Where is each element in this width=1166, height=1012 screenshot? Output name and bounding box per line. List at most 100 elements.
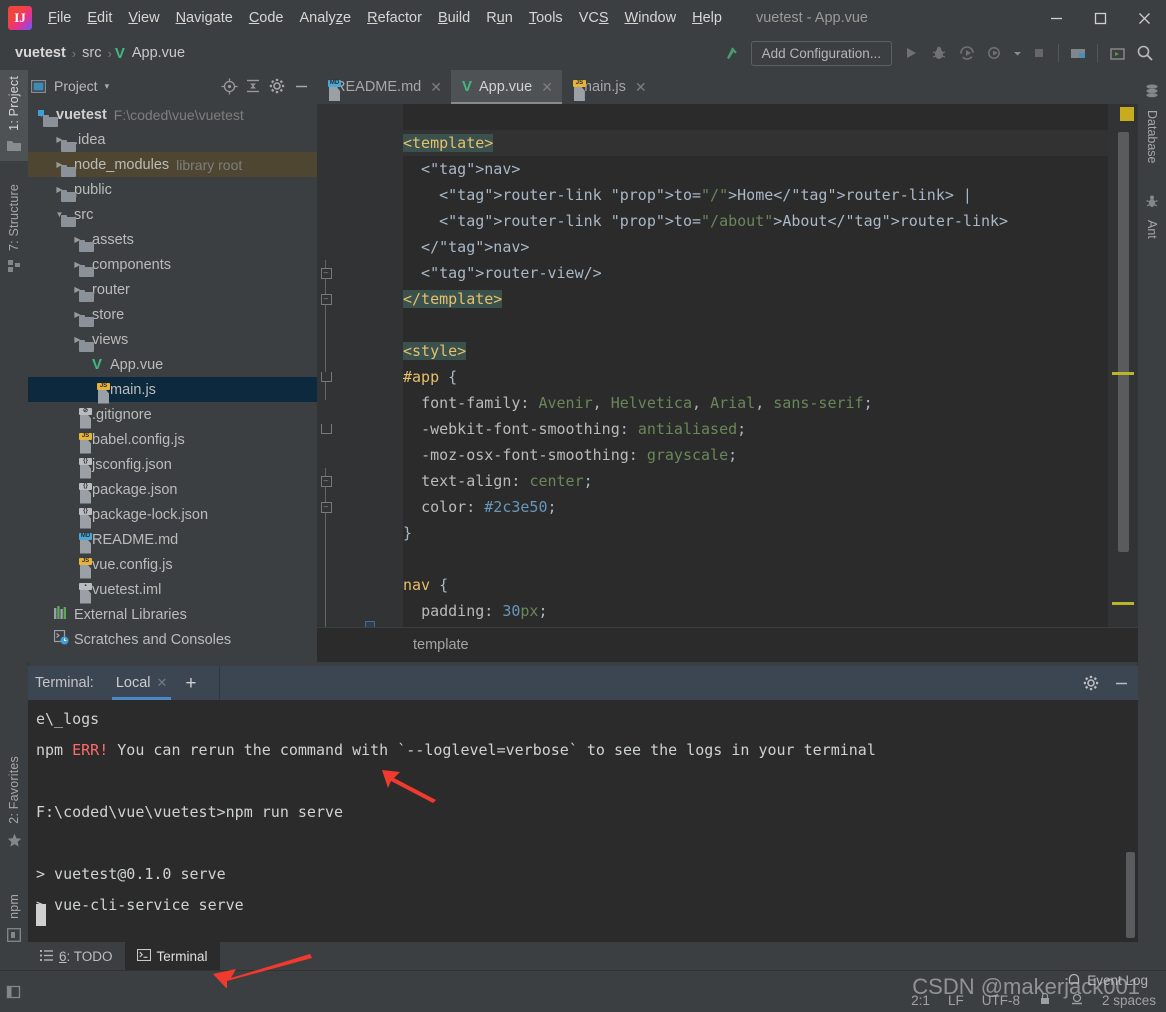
hide-panel-icon[interactable]: [1108, 670, 1134, 696]
tree-node-babel-config-js[interactable]: JSbabel.config.js: [28, 427, 317, 452]
close-button[interactable]: [1122, 0, 1166, 36]
code-line[interactable]: <template>: [403, 130, 1108, 156]
editor-marker-bar[interactable]: [1108, 104, 1138, 628]
menu-item-help[interactable]: Help: [684, 7, 730, 29]
menu-item-window[interactable]: Window: [617, 7, 685, 29]
stop-icon[interactable]: [1026, 40, 1052, 66]
code-line[interactable]: <"tag">router-link "prop">to="/">Home</"…: [403, 182, 1108, 208]
new-terminal-tab-button[interactable]: +: [185, 674, 196, 693]
menu-item-refactor[interactable]: Refactor: [359, 7, 430, 29]
tree-node-vuetest-iml[interactable]: ▪vuetest.iml: [28, 577, 317, 602]
hide-panel-icon[interactable]: [289, 74, 313, 98]
run-configuration-selector[interactable]: Add Configuration...: [751, 41, 892, 66]
menu-item-vcs[interactable]: VCS: [571, 7, 617, 29]
breadcrumb-file[interactable]: App.vue: [129, 44, 188, 62]
tree-node-main-js[interactable]: JSmain.js: [28, 377, 317, 402]
caret-position[interactable]: 2:1: [911, 993, 930, 1008]
tree-node-package-lock-json[interactable]: {}package-lock.json: [28, 502, 317, 527]
menu-item-navigate[interactable]: Navigate: [168, 7, 241, 29]
tree-node-external-libraries[interactable]: External Libraries: [28, 602, 317, 627]
tree-node-scratches-and-consoles[interactable]: Scratches and Consoles: [28, 627, 317, 652]
code-line[interactable]: </"tag">nav>: [403, 234, 1108, 260]
code-line[interactable]: <"tag">nav>: [403, 156, 1108, 182]
code-line[interactable]: [403, 104, 1108, 130]
line-separator[interactable]: LF: [948, 993, 964, 1008]
code-line[interactable]: <"tag">router-view/>: [403, 260, 1108, 286]
terminal-scrollbar[interactable]: [1126, 852, 1135, 938]
tree-node--idea[interactable]: ▶.idea: [28, 127, 317, 152]
fold-toggle-icon[interactable]: –: [317, 494, 335, 520]
code-line[interactable]: [403, 312, 1108, 338]
close-icon[interactable]: ✕: [635, 79, 647, 96]
terminal-output[interactable]: e\_logsnpm ERR! You can rerun the comman…: [28, 700, 1138, 942]
update-project-icon[interactable]: [719, 40, 745, 66]
warning-marker[interactable]: [1112, 602, 1134, 605]
bottom-tab-terminal[interactable]: Terminal: [125, 942, 220, 970]
collapse-all-icon[interactable]: [241, 74, 265, 98]
code-line[interactable]: color: #2c3e50;: [403, 494, 1108, 520]
code-content[interactable]: <template> <"tag">nav> <"tag">router-lin…: [403, 104, 1108, 628]
code-line[interactable]: <style>: [403, 338, 1108, 364]
run-icon[interactable]: [898, 40, 924, 66]
breadcrumb-project[interactable]: vuetest: [12, 44, 69, 62]
locate-file-icon[interactable]: [217, 74, 241, 98]
tree-node-package-json[interactable]: {}package.json: [28, 477, 317, 502]
code-line[interactable]: nav {: [403, 572, 1108, 598]
menu-item-build[interactable]: Build: [430, 7, 478, 29]
tree-node-components[interactable]: ▶components: [28, 252, 317, 277]
code-line[interactable]: -moz-osx-font-smoothing: grayscale;: [403, 442, 1108, 468]
sidebar-item-favorites[interactable]: 2: Favorites: [0, 750, 28, 857]
maximize-button[interactable]: [1078, 0, 1122, 36]
profiler-icon[interactable]: [982, 40, 1008, 66]
code-line[interactable]: -webkit-font-smoothing: antialiased;: [403, 416, 1108, 442]
settings-gear-icon[interactable]: [265, 74, 289, 98]
tree-node-assets[interactable]: ▶assets: [28, 227, 317, 252]
close-icon[interactable]: ✕: [541, 79, 553, 96]
code-line[interactable]: <"tag">router-link "prop">to="/about">Ab…: [403, 208, 1108, 234]
code-line[interactable]: }: [403, 520, 1108, 546]
terminal-tab-local[interactable]: Local ✕: [116, 666, 168, 700]
code-line[interactable]: font-family: Avenir, Helvetica, Arial, s…: [403, 390, 1108, 416]
menu-item-run[interactable]: Run: [478, 7, 521, 29]
inspection-status-badge[interactable]: [1120, 107, 1134, 121]
debug-icon[interactable]: [926, 40, 952, 66]
open-console-icon[interactable]: [1104, 40, 1130, 66]
tree-node-public[interactable]: ▶public: [28, 177, 317, 202]
sidebar-item-project[interactable]: 1: Project: [0, 70, 28, 161]
menu-item-analyze[interactable]: Analyze: [292, 7, 360, 29]
read-only-toggle-icon[interactable]: [1038, 992, 1052, 1009]
menu-item-file[interactable]: File: [40, 7, 79, 29]
inspection-level-icon[interactable]: [1070, 992, 1084, 1009]
code-line[interactable]: #app {: [403, 364, 1108, 390]
close-icon[interactable]: ✕: [430, 79, 442, 96]
fold-toggle-icon[interactable]: –: [317, 468, 335, 494]
sidebar-item-structure[interactable]: 7: Structure: [0, 178, 28, 281]
tree-node-store[interactable]: ▶store: [28, 302, 317, 327]
chevron-down-icon[interactable]: ▾: [105, 81, 110, 92]
search-everywhere-icon[interactable]: [1132, 40, 1158, 66]
editor-tab-app-vue[interactable]: VApp.vue✕: [451, 70, 562, 104]
event-log-button[interactable]: Event Log: [1067, 973, 1148, 988]
breadcrumb-folder[interactable]: src: [79, 44, 104, 62]
code-line[interactable]: </template>: [403, 286, 1108, 312]
show-tool-windows-icon[interactable]: [0, 984, 28, 1000]
file-encoding[interactable]: UTF-8: [982, 993, 1020, 1008]
fold-toggle-icon[interactable]: –: [317, 286, 335, 312]
fold-end-icon[interactable]: [317, 416, 335, 442]
editor-tab-main-js[interactable]: JSmain.js✕: [562, 70, 656, 104]
tree-node-app-vue[interactable]: VApp.vue: [28, 352, 317, 377]
tree-node-jsconfig-json[interactable]: {}jsconfig.json: [28, 452, 317, 477]
warning-marker[interactable]: [1112, 372, 1134, 375]
code-line[interactable]: text-align: center;: [403, 468, 1108, 494]
settings-gear-icon[interactable]: [1078, 670, 1104, 696]
tree-node-src[interactable]: ▼src: [28, 202, 317, 227]
tree-node-vue-config-js[interactable]: JSvue.config.js: [28, 552, 317, 577]
editor-tab-readme-md[interactable]: MDREADME.md✕: [317, 70, 451, 104]
close-icon[interactable]: ✕: [157, 675, 168, 691]
fold-toggle-icon[interactable]: –: [317, 260, 335, 286]
menu-item-tools[interactable]: Tools: [521, 7, 571, 29]
bottom-tab-6-todo[interactable]: 6: TODO: [28, 942, 125, 970]
editor-scrollbar[interactable]: [1118, 132, 1129, 552]
sidebar-item-ant[interactable]: Ant: [1138, 188, 1166, 245]
menu-item-view[interactable]: View: [120, 7, 167, 29]
